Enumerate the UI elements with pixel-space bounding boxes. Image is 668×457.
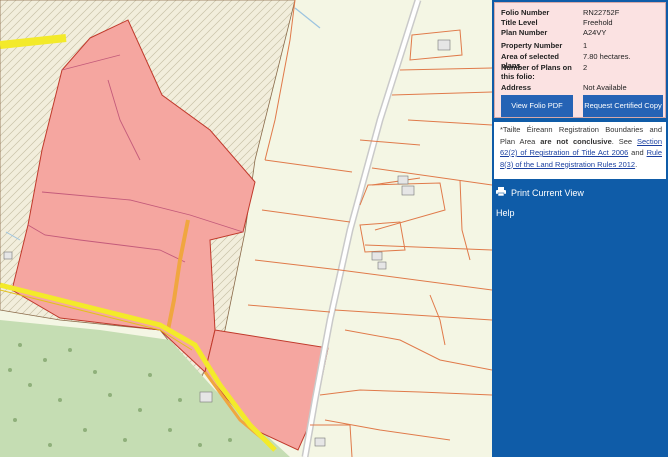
map-canvas[interactable]	[0, 0, 492, 457]
print-current-view-label: Print Current View	[511, 188, 584, 198]
address-value: Not Available	[583, 83, 627, 92]
area-value: 7.80 hectares.	[583, 52, 631, 61]
plan-number-value: A24VY	[583, 28, 607, 37]
printer-icon	[496, 186, 508, 200]
map-view[interactable]	[0, 0, 492, 457]
print-current-view-link[interactable]: Print Current View	[496, 186, 664, 200]
address-label: Address	[501, 83, 532, 92]
folio-number-value: RN22752F	[583, 8, 620, 17]
notice-mid1: . See	[611, 136, 637, 146]
side-panel: Folio Number RN22752F Title Level Freeho…	[492, 0, 668, 457]
plan-count-label: Number of Plans on this folio:	[501, 63, 572, 81]
notice-mid2: and	[628, 148, 647, 157]
notice-suffix: .	[635, 159, 638, 169]
property-number-label: Property Number	[501, 41, 563, 50]
plan-number-label: Plan Number	[501, 28, 548, 37]
help-label: Help	[496, 208, 515, 218]
folio-number-label: Folio Number	[501, 8, 550, 17]
view-folio-pdf-button[interactable]: View Folio PDF	[501, 95, 573, 117]
request-certified-copy-button[interactable]: Request Certified Copy	[583, 95, 663, 117]
property-number-value: 1	[583, 41, 588, 50]
folio-details: Folio Number RN22752F Title Level Freeho…	[494, 2, 666, 118]
help-link[interactable]: Help	[496, 206, 664, 220]
plan-count-value: 2	[583, 63, 588, 72]
title-level-label: Title Level	[501, 18, 538, 27]
title-level-value: Freehold	[583, 18, 613, 27]
notice-bold: are not conclusive	[540, 136, 612, 146]
registration-notice: *Tailte Éireann Registration Boundaries …	[494, 122, 666, 179]
